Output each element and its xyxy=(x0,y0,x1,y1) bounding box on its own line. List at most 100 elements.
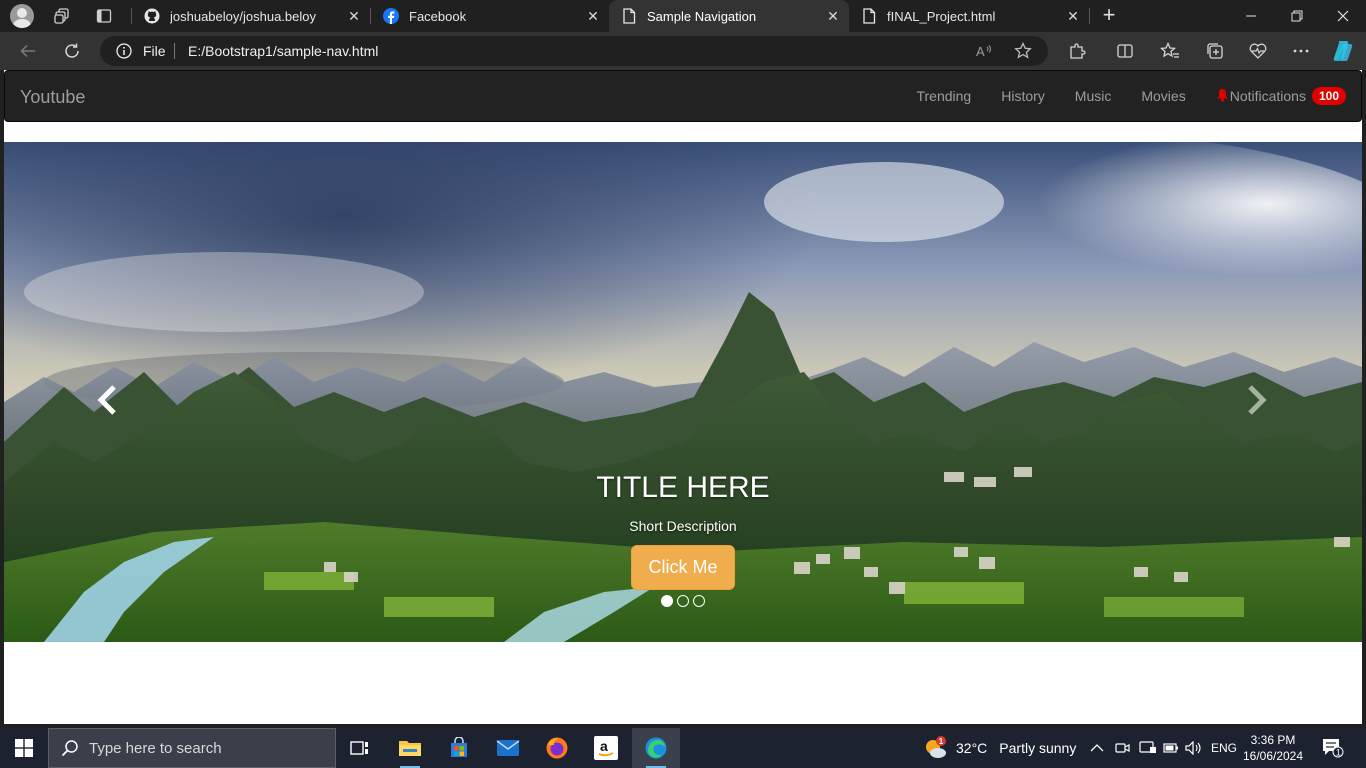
collections-icon[interactable] xyxy=(1204,40,1226,62)
search-placeholder: Type here to search xyxy=(89,739,222,757)
extensions-icon[interactable] xyxy=(1066,40,1088,62)
nav-link-history[interactable]: History xyxy=(986,71,1060,121)
browser-toolbar: File E:/Bootstrap1/sample-nav.html A xyxy=(0,32,1366,70)
nav-link-notifications[interactable]: Notifications 100 xyxy=(1201,71,1361,121)
partly-sunny-icon: 1 xyxy=(922,735,948,761)
site-navbar: Youtube Trending History Music Movies No… xyxy=(4,70,1362,122)
carousel-next-button[interactable] xyxy=(1236,380,1276,420)
language-indicator[interactable]: ENG xyxy=(1211,741,1237,755)
start-button[interactable] xyxy=(0,728,48,768)
windows-taskbar: Type here to search a 1 32°C Partly sunn… xyxy=(0,728,1366,768)
tab-title: fINAL_Project.html xyxy=(887,8,996,24)
hero-carousel: TITLE HERE Short Description Click Me xyxy=(4,142,1362,642)
edge-button[interactable] xyxy=(632,728,680,768)
url-scheme-label: File xyxy=(143,43,166,59)
file-icon xyxy=(621,8,637,24)
favorites-icon[interactable] xyxy=(1159,40,1181,62)
clock-date: 16/06/2024 xyxy=(1242,749,1304,763)
meet-now-icon[interactable] xyxy=(1115,728,1131,768)
tab-github[interactable]: joshuabeloy/joshua.beloy ✕ xyxy=(132,0,370,32)
favorite-star-icon[interactable] xyxy=(1014,42,1032,60)
task-view-icon xyxy=(350,741,368,755)
close-tab-icon[interactable]: ✕ xyxy=(1065,8,1081,24)
minimize-button[interactable] xyxy=(1228,0,1274,32)
taskbar-search-box[interactable]: Type here to search xyxy=(48,728,336,768)
click-me-button[interactable]: Click Me xyxy=(631,545,735,590)
chevron-right-icon xyxy=(1248,385,1267,415)
refresh-button[interactable] xyxy=(61,40,83,62)
mail-button[interactable] xyxy=(484,728,532,768)
carousel-caption: TITLE HERE Short Description Click Me xyxy=(533,468,833,590)
carousel-description: Short Description xyxy=(629,518,737,534)
firefox-icon xyxy=(546,737,568,759)
tab-actions-icon[interactable] xyxy=(95,7,113,25)
nav-link-music[interactable]: Music xyxy=(1060,71,1127,121)
carousel-prev-button[interactable] xyxy=(88,380,128,420)
more-options-icon[interactable] xyxy=(1290,40,1312,62)
new-tab-button[interactable]: + xyxy=(1098,4,1120,27)
close-tab-icon[interactable]: ✕ xyxy=(585,8,601,24)
svg-text:a: a xyxy=(600,738,608,754)
split-screen-icon[interactable] xyxy=(1114,40,1136,62)
firefox-button[interactable] xyxy=(533,728,581,768)
svg-text:1: 1 xyxy=(1336,748,1341,758)
file-icon xyxy=(861,8,877,24)
clock-time: 3:36 PM xyxy=(1250,733,1296,747)
carousel-indicator-2[interactable] xyxy=(677,595,689,607)
close-window-button[interactable] xyxy=(1320,0,1366,32)
amazon-button[interactable]: a xyxy=(582,728,630,768)
notification-count-badge: 100 xyxy=(1311,87,1346,105)
restore-button[interactable] xyxy=(1274,0,1320,32)
tab-facebook[interactable]: Facebook ✕ xyxy=(371,0,609,32)
browser-essentials-icon[interactable] xyxy=(1247,40,1269,62)
page-viewport: Youtube Trending History Music Movies No… xyxy=(4,70,1362,724)
store-icon xyxy=(451,737,467,757)
github-icon xyxy=(144,8,160,24)
weather-widget[interactable]: 1 32°C Partly sunny xyxy=(922,728,1076,768)
amazon-icon: a xyxy=(594,736,618,760)
copilot-icon[interactable] xyxy=(1330,38,1356,64)
navbar-brand[interactable]: Youtube xyxy=(20,87,85,107)
nav-link-trending[interactable]: Trending xyxy=(901,71,986,121)
address-bar[interactable]: File E:/Bootstrap1/sample-nav.html A xyxy=(100,36,1048,66)
notification-center-button[interactable]: 1 xyxy=(1322,738,1344,758)
svg-text:A: A xyxy=(976,44,985,59)
tab-sample-navigation[interactable]: Sample Navigation ✕ xyxy=(609,0,849,32)
show-hidden-icons-button[interactable] xyxy=(1090,728,1104,768)
notifications-label: Notifications xyxy=(1229,88,1306,104)
file-explorer-button[interactable] xyxy=(386,728,434,768)
chevron-up-icon xyxy=(1090,744,1104,752)
carousel-indicator-3[interactable] xyxy=(693,595,705,607)
edge-icon xyxy=(645,737,667,759)
carousel-indicators xyxy=(661,595,705,607)
tab-final-project[interactable]: fINAL_Project.html ✕ xyxy=(849,0,1089,32)
facebook-icon xyxy=(383,8,399,24)
close-tab-icon[interactable]: ✕ xyxy=(346,8,362,24)
site-info-icon[interactable] xyxy=(116,43,132,59)
close-tab-icon[interactable]: ✕ xyxy=(825,8,841,24)
read-aloud-icon[interactable]: A xyxy=(975,42,993,60)
battery-icon[interactable] xyxy=(1163,728,1179,768)
bell-icon xyxy=(1217,89,1228,102)
url-text[interactable]: E:/Bootstrap1/sample-nav.html xyxy=(188,43,378,59)
workspaces-icon[interactable] xyxy=(53,7,71,25)
tab-title: Facebook xyxy=(409,8,467,24)
folder-icon xyxy=(399,741,421,756)
weather-condition: Partly sunny xyxy=(999,740,1077,756)
microsoft-store-button[interactable] xyxy=(435,728,483,768)
profile-avatar[interactable] xyxy=(10,4,34,28)
task-view-button[interactable] xyxy=(336,728,384,768)
weather-temperature: 32°C xyxy=(956,740,988,756)
chevron-left-icon xyxy=(97,385,116,415)
tab-title: joshuabeloy/joshua.beloy xyxy=(170,8,316,24)
carousel-indicator-1[interactable] xyxy=(661,595,673,607)
back-button[interactable] xyxy=(17,40,39,62)
network-icon[interactable] xyxy=(1139,728,1157,768)
search-icon xyxy=(61,740,78,757)
svg-text:1: 1 xyxy=(939,737,944,746)
system-clock[interactable]: 3:36 PM 16/06/2024 xyxy=(1242,732,1304,764)
windows-logo-icon xyxy=(15,739,33,757)
nav-link-movies[interactable]: Movies xyxy=(1126,71,1200,121)
nav-links: Trending History Music Movies Notificati… xyxy=(901,71,1361,121)
volume-icon[interactable] xyxy=(1185,728,1203,768)
